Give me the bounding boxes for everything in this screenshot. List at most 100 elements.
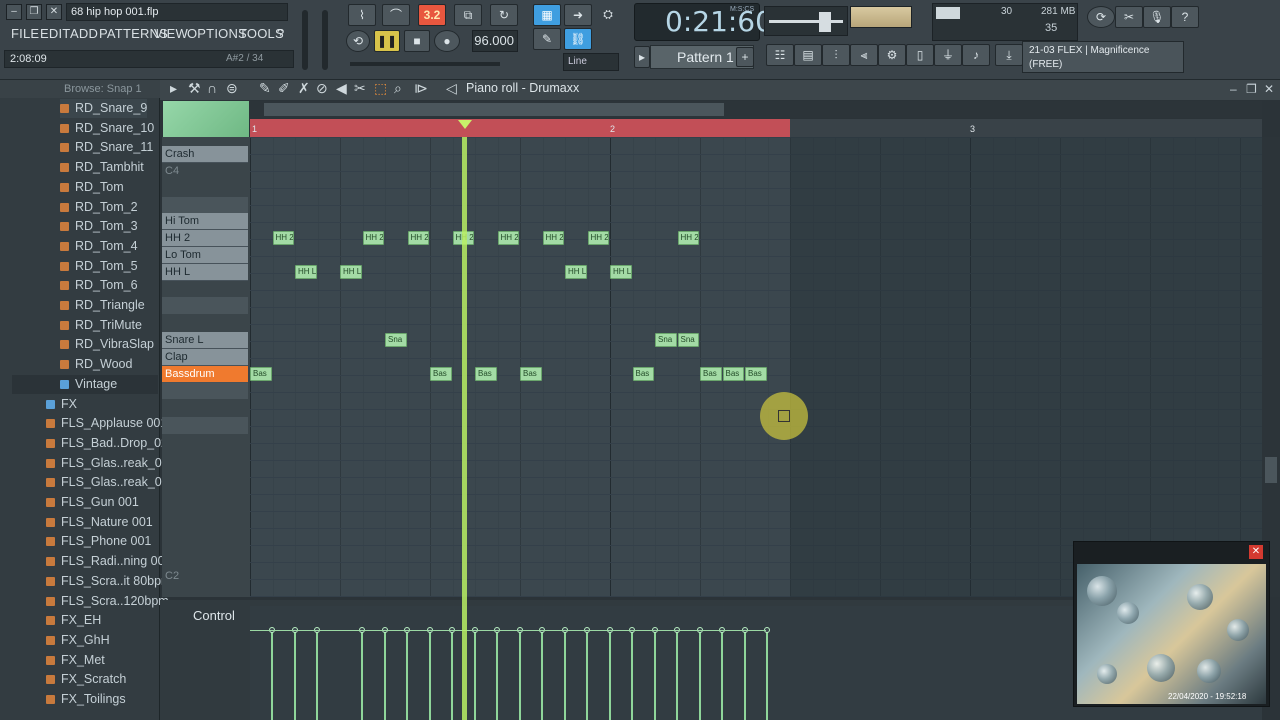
velocity-stem[interactable] bbox=[766, 632, 768, 720]
note[interactable]: Bas bbox=[722, 367, 744, 381]
browser-item[interactable]: FLS_Gun 001 bbox=[46, 493, 139, 512]
browser-item[interactable]: FX_Scratch bbox=[46, 670, 126, 689]
note[interactable]: Bas bbox=[632, 367, 654, 381]
plugin-news[interactable]: 21-03 FLEX | Magnificence (FREE) bbox=[1022, 41, 1184, 73]
menu-edit[interactable]: EDIT bbox=[40, 26, 70, 41]
velocity-stem[interactable] bbox=[271, 632, 273, 720]
note[interactable]: HH 2 bbox=[407, 231, 429, 245]
loop-region[interactable] bbox=[250, 119, 790, 137]
browser-item[interactable]: RD_Tom_4 bbox=[60, 237, 138, 256]
note[interactable]: Bas bbox=[520, 367, 542, 381]
pattern-prev-icon[interactable]: ▸ bbox=[634, 46, 650, 68]
velocity-stem[interactable] bbox=[631, 632, 633, 720]
piano-key[interactable]: Lo Tom bbox=[162, 247, 248, 264]
slip-tool-icon[interactable]: ◀ bbox=[336, 80, 347, 97]
velocity-stem[interactable] bbox=[316, 632, 318, 720]
playlist-icon[interactable]: ☷ bbox=[766, 44, 794, 66]
browser-item[interactable]: FX_GhH bbox=[46, 631, 110, 650]
master-volume-slider[interactable] bbox=[302, 10, 308, 70]
velocity-stem[interactable] bbox=[698, 632, 701, 720]
file-icon[interactable]: ▯ bbox=[906, 44, 934, 66]
note[interactable]: Bas bbox=[475, 367, 497, 381]
menu-help[interactable]: ? bbox=[277, 26, 284, 41]
pencil-icon[interactable]: ✎ bbox=[533, 28, 561, 50]
velocity-stem[interactable] bbox=[721, 632, 723, 720]
refresh-icon[interactable]: ⟳ bbox=[1087, 6, 1115, 28]
velocity-stem[interactable] bbox=[406, 632, 408, 720]
playhead-marker-icon[interactable] bbox=[458, 120, 472, 129]
link-icon[interactable]: ⛓ bbox=[564, 28, 592, 50]
velocity-stem[interactable] bbox=[743, 632, 746, 720]
note[interactable]: HH L bbox=[340, 265, 362, 279]
note[interactable]: Sna bbox=[677, 333, 699, 347]
browser-folder[interactable]: FX bbox=[46, 395, 77, 414]
zoom-overview[interactable] bbox=[163, 101, 249, 137]
browser-item[interactable]: RD_Snare_10 bbox=[60, 119, 154, 138]
velocity-stem[interactable] bbox=[653, 632, 656, 720]
velocity-stem[interactable] bbox=[428, 632, 431, 720]
magnet-icon[interactable]: ∩ bbox=[207, 80, 217, 96]
stop-button[interactable]: ■ bbox=[404, 30, 430, 52]
note[interactable]: HH 2 bbox=[272, 231, 294, 245]
browser-item[interactable]: FX_Met bbox=[46, 651, 105, 670]
browser-item[interactable]: RD_Wood bbox=[60, 355, 132, 374]
piano-icon[interactable]: ▦ bbox=[533, 4, 561, 26]
mixer-icon[interactable]: ⫷ bbox=[850, 44, 878, 66]
horizontal-scrollbar[interactable] bbox=[250, 101, 1262, 118]
window-minimize-icon[interactable]: – bbox=[1230, 82, 1237, 96]
velocity-stem[interactable] bbox=[676, 632, 678, 720]
bell-icon[interactable]: ⛭ bbox=[594, 4, 622, 26]
minimize-icon[interactable]: – bbox=[6, 4, 22, 20]
browser-item[interactable]: RD_Snare_11 bbox=[60, 138, 153, 157]
browser-item[interactable]: FLS_Nature 001 bbox=[46, 513, 153, 532]
note[interactable]: HH L bbox=[295, 265, 317, 279]
playhead[interactable] bbox=[462, 137, 467, 720]
velocity-stem[interactable] bbox=[293, 632, 296, 720]
channel-rack-icon[interactable]: ▤ bbox=[794, 44, 822, 66]
note[interactable]: HH 2 bbox=[542, 231, 564, 245]
download-icon[interactable]: ⤓ bbox=[995, 44, 1023, 66]
menu-file[interactable]: FILE bbox=[11, 26, 39, 41]
menu-view[interactable]: VIEW bbox=[154, 26, 188, 41]
pause-button[interactable]: ❚❚ bbox=[374, 30, 400, 52]
note[interactable]: Bas bbox=[745, 367, 767, 381]
note[interactable]: Sna bbox=[385, 333, 407, 347]
tempo-tap-icon[interactable]: ♪ bbox=[962, 44, 990, 66]
menu-add[interactable]: ADD bbox=[70, 26, 98, 41]
velocity-stem[interactable] bbox=[451, 632, 453, 720]
step-counter[interactable]: 3.2 bbox=[418, 4, 446, 26]
note[interactable]: HH 2 bbox=[587, 231, 609, 245]
note[interactable]: HH 2 bbox=[497, 231, 519, 245]
plug-icon[interactable]: ⏚ bbox=[934, 44, 962, 66]
tempo-field[interactable]: 96.000 bbox=[472, 30, 518, 52]
browser-item[interactable]: FX_Toilings bbox=[46, 690, 126, 709]
browser-item[interactable]: FLS_Phone 001 bbox=[46, 532, 151, 551]
browser-item[interactable]: FLS_Bad..Drop_02 bbox=[46, 434, 168, 453]
browser-item[interactable]: FLS_Scra..120bpm bbox=[46, 592, 169, 611]
browser-item[interactable]: RD_Triangle bbox=[60, 296, 145, 315]
slice-tool-icon[interactable]: ✂ bbox=[354, 80, 366, 97]
tool-menu-icon[interactable]: ⊜ bbox=[226, 80, 238, 97]
browser-item[interactable]: RD_Tom_2 bbox=[60, 198, 138, 217]
velocity-stem[interactable] bbox=[361, 632, 363, 720]
note[interactable]: HH 2 bbox=[677, 231, 699, 245]
velocity-stem[interactable] bbox=[608, 632, 611, 720]
browser-item[interactable]: RD_Tom_5 bbox=[60, 257, 138, 276]
zoom-tool-icon[interactable]: ⌕ bbox=[394, 80, 402, 97]
browser-item[interactable]: RD_TriMute bbox=[60, 316, 142, 335]
piano-key[interactable]: Clap bbox=[162, 349, 248, 366]
select-tool-icon[interactable]: ⬚ bbox=[374, 80, 387, 97]
paint-tool-icon[interactable]: ✐ bbox=[278, 80, 290, 97]
browser-item[interactable]: FX_EH bbox=[46, 611, 101, 630]
note[interactable]: Bas bbox=[250, 367, 272, 381]
velocity-stem[interactable] bbox=[496, 632, 498, 720]
menu-options[interactable]: OPTIONS bbox=[187, 26, 247, 41]
velocity-stem[interactable] bbox=[518, 632, 521, 720]
time-mode[interactable]: M:S:CS bbox=[730, 6, 754, 13]
loop-mode-button[interactable]: ⟲ bbox=[346, 30, 370, 52]
note[interactable]: Bas bbox=[430, 367, 452, 381]
browser-item[interactable]: RD_Tom_3 bbox=[60, 217, 138, 236]
note[interactable]: Bas bbox=[700, 367, 722, 381]
piano-key[interactable]: Snare L bbox=[162, 332, 248, 349]
note[interactable]: HH L bbox=[610, 265, 632, 279]
